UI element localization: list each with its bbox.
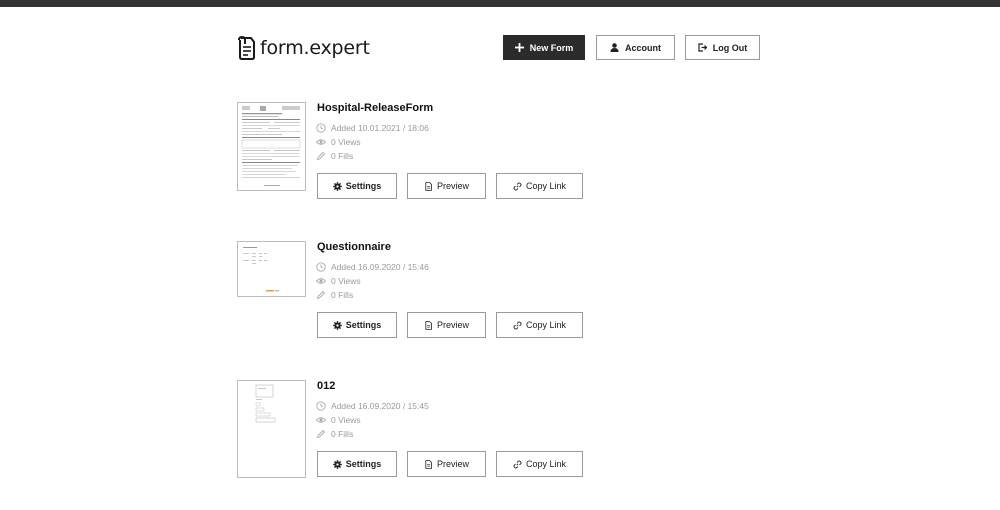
document-preview-image [241,106,301,186]
settings-button[interactable]: Settings [317,312,397,338]
form-added-row: Added 16.09.2020 / 15:45 [316,401,429,411]
preview-label: Preview [436,320,469,330]
form-views-text: 0 Views [331,415,361,425]
form-card: Questionnaire Added 16.09.2020 / 15:46 0… [237,241,587,341]
form-title[interactable]: Questionnaire [317,241,391,253]
logo-icon [238,35,255,60]
logo-text: form.expert [260,37,370,59]
link-icon [513,460,522,468]
form-added-text: Added 16.09.2020 / 15:46 [331,262,429,272]
eye-icon [316,417,326,423]
copy-link-label: Copy Link [525,459,567,469]
eye-icon [316,139,326,145]
logo[interactable]: form.expert [237,34,370,62]
pencil-icon [316,429,326,439]
document-icon [425,320,432,330]
new-form-button[interactable]: New Form [503,35,585,60]
form-fills-text: 0 Fills [331,429,354,439]
account-label: Account [625,42,661,53]
link-icon [513,182,522,190]
copy-link-label: Copy Link [525,181,567,191]
document-preview-image [243,247,279,292]
new-form-label: New Form [529,42,574,53]
document-preview-image [255,384,276,423]
clock-icon [316,401,326,411]
form-views-row: 0 Views [316,137,361,147]
copy-link-label: Copy Link [525,320,567,330]
settings-label: Settings [345,181,382,191]
logout-button[interactable]: Log Out [685,35,760,60]
form-card: Hospital-ReleaseForm Added 10.01.2021 / … [237,102,587,202]
settings-button[interactable]: Settings [317,173,397,199]
preview-label: Preview [436,459,469,469]
copy-link-button[interactable]: Copy Link [496,173,583,199]
form-added-text: Added 16.09.2020 / 15:45 [331,401,429,411]
settings-button[interactable]: Settings [317,451,397,477]
form-fills-row: 0 Fills [316,429,353,439]
preview-button[interactable]: Preview [407,312,486,338]
clock-icon [316,123,326,133]
preview-label: Preview [436,181,469,191]
link-icon [513,321,522,329]
copy-link-button[interactable]: Copy Link [496,312,583,338]
logout-label: Log Out [712,42,748,53]
gear-icon [332,320,342,330]
gear-icon [332,181,342,191]
form-views-text: 0 Views [331,137,361,147]
form-card: 012 Added 16.09.2020 / 15:45 0 Views 0 F… [237,380,587,480]
form-views-text: 0 Views [331,276,361,286]
form-views-row: 0 Views [316,276,361,286]
form-fills-text: 0 Fills [331,151,354,161]
form-thumbnail[interactable] [237,380,306,478]
form-fills-text: 0 Fills [331,290,354,300]
form-fills-row: 0 Fills [316,290,353,300]
form-views-row: 0 Views [316,415,361,425]
settings-label: Settings [345,459,382,469]
form-fills-row: 0 Fills [316,151,353,161]
form-title[interactable]: Hospital-ReleaseForm [317,102,433,114]
form-thumbnail[interactable] [237,102,306,191]
pencil-icon [316,290,326,300]
plus-icon [514,43,524,52]
form-added-row: Added 10.01.2021 / 18:06 [316,123,429,133]
preview-button[interactable]: Preview [407,451,486,477]
form-thumbnail[interactable] [237,241,306,297]
logout-icon [698,43,707,52]
gear-icon [332,459,342,469]
top-bar [0,0,1000,7]
copy-link-button[interactable]: Copy Link [496,451,583,477]
form-title[interactable]: 012 [317,380,335,392]
settings-label: Settings [345,320,382,330]
form-added-text: Added 10.01.2021 / 18:06 [331,123,429,133]
document-icon [425,181,432,191]
pencil-icon [316,151,326,161]
user-icon [610,43,619,52]
clock-icon [316,262,326,272]
eye-icon [316,278,326,284]
preview-button[interactable]: Preview [407,173,486,199]
document-icon [425,459,432,469]
form-added-row: Added 16.09.2020 / 15:46 [316,262,429,272]
account-button[interactable]: Account [596,35,675,60]
